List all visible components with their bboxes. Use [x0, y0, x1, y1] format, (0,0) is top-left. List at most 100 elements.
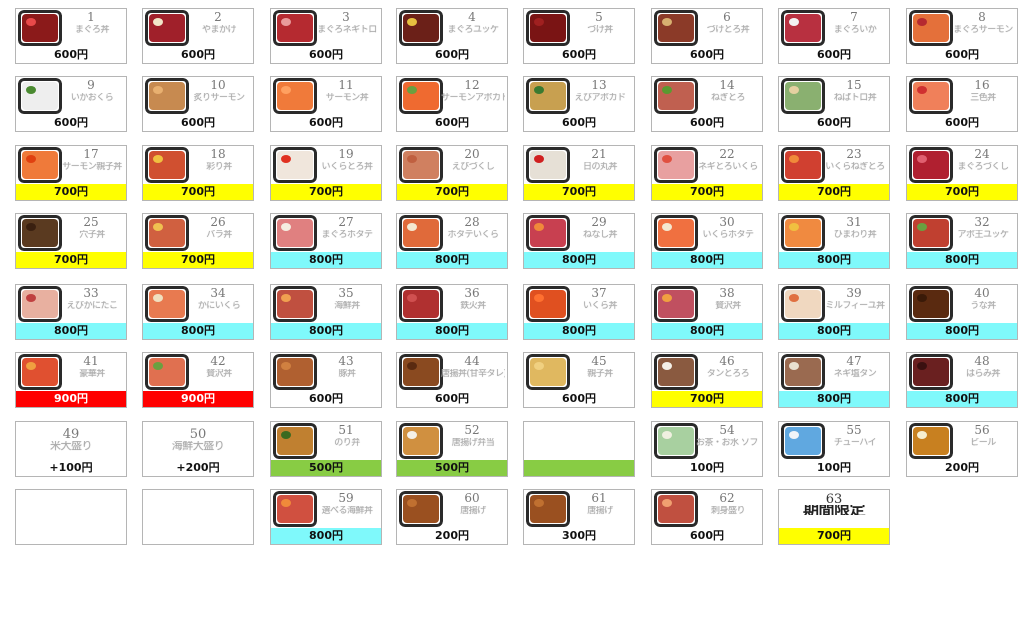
- menu-item-18[interactable]: 18 彩り丼 700円: [142, 145, 254, 201]
- menu-item-45[interactable]: 45 親子丼 600円: [523, 352, 635, 408]
- menu-item-26[interactable]: 26 バラ丼 700円: [142, 213, 254, 269]
- menu-item-3[interactable]: 3 まぐろネギトロ 600円: [270, 8, 382, 64]
- bowl-rim: [781, 78, 825, 114]
- menu-item-10[interactable]: 10 炙りサーモン 600円: [142, 76, 254, 132]
- menu-item-42[interactable]: 42 贅沢丼 900円: [142, 352, 254, 408]
- food-photo-icon: [399, 10, 443, 46]
- menu-item-20[interactable]: 20 えびづくし 700円: [396, 145, 508, 201]
- menu-item-5[interactable]: 5 づけ丼 600円: [523, 8, 635, 64]
- price-label: 600円: [16, 47, 126, 63]
- price-label: 800円: [652, 252, 762, 268]
- food-photo-icon: [781, 215, 825, 251]
- menu-item-59[interactable]: 59 選べる海鮮丼 800円: [270, 489, 382, 545]
- bowl-rim: [399, 491, 443, 527]
- food-photo-icon: [654, 354, 698, 390]
- menu-item-empty[interactable]: [142, 489, 254, 545]
- item-number: 62: [719, 491, 735, 505]
- item-name: 炙りサーモン: [193, 93, 245, 103]
- price-label: 800円: [907, 252, 1017, 268]
- menu-item-47[interactable]: 47 ネギ塩タン 800円: [778, 352, 890, 408]
- menu-item-16[interactable]: 16 三色丼 600円: [906, 76, 1018, 132]
- food-photo-icon: [781, 423, 825, 459]
- menu-item-17[interactable]: 17 サーモン親子丼 700円: [15, 145, 127, 201]
- price-label: 900円: [143, 391, 253, 407]
- menu-item-4[interactable]: 4 まぐろユッケ 600円: [396, 8, 508, 64]
- menu-item-1[interactable]: 1 まぐろ丼 600円: [15, 8, 127, 64]
- food-photo-icon: [18, 354, 62, 390]
- menu-item-60[interactable]: 60 唐揚げ 200円: [396, 489, 508, 545]
- menu-item-51[interactable]: 51 のり弁 500円: [270, 421, 382, 477]
- food-photo-icon: [273, 354, 317, 390]
- bowl-rim: [526, 491, 570, 527]
- menu-item-29[interactable]: 29 ねなし丼 800円: [523, 213, 635, 269]
- food-photo-icon: [399, 147, 443, 183]
- menu-item-19[interactable]: 19 いくらとろ丼 700円: [270, 145, 382, 201]
- price-label: 600円: [779, 47, 889, 63]
- price-label: 800円: [907, 391, 1017, 407]
- bowl-rim: [909, 215, 953, 251]
- food-photo-icon: [526, 78, 570, 114]
- menu-item-34[interactable]: 34 かにいくら 800円: [142, 284, 254, 340]
- item-name: 米大盛り: [50, 441, 93, 451]
- menu-item-25[interactable]: 25 穴子丼 700円: [15, 213, 127, 269]
- menu-item-2[interactable]: 2 やまかけ 600円: [142, 8, 254, 64]
- menu-item-11[interactable]: 11 サーモン丼 600円: [270, 76, 382, 132]
- item-number: 42: [210, 354, 226, 368]
- price-label: 700円: [907, 184, 1017, 200]
- menu-item-40[interactable]: 40 うな丼 800円: [906, 284, 1018, 340]
- menu-item-8[interactable]: 8 まぐろサーモン 600円: [906, 8, 1018, 64]
- menu-item-54[interactable]: 54お茶・お水 ソフトドリンク 各種 100円: [651, 421, 763, 477]
- food-photo-icon: [273, 215, 317, 251]
- menu-item-6[interactable]: 6 づけとろ丼 600円: [651, 8, 763, 64]
- menu-item-33[interactable]: 33 えびかにたこ 800円: [15, 284, 127, 340]
- bowl-rim: [526, 147, 570, 183]
- menu-item-23[interactable]: 23 いくらねぎとろ 700円: [778, 145, 890, 201]
- menu-item-32[interactable]: 32 アボ王ユッケ 800円: [906, 213, 1018, 269]
- menu-item-27[interactable]: 27 まぐろホタテ 800円: [270, 213, 382, 269]
- food-photo-icon: [273, 286, 317, 322]
- menu-item-41[interactable]: 41 豪華丼 900円: [15, 352, 127, 408]
- price-label: [143, 528, 253, 544]
- menu-item-13[interactable]: 13 えびアボカド 600円: [523, 76, 635, 132]
- menu-item-43[interactable]: 43 豚丼 600円: [270, 352, 382, 408]
- menu-item-empty[interactable]: [15, 489, 127, 545]
- menu-item-7[interactable]: 7 まぐろいか 600円: [778, 8, 890, 64]
- menu-item-empty[interactable]: [523, 421, 635, 477]
- item-name: ミルフィーユ丼: [825, 301, 885, 311]
- food-photo-icon: [273, 78, 317, 114]
- menu-item-55[interactable]: 55 チューハイ 100円: [778, 421, 890, 477]
- food-photo-icon: [18, 10, 62, 46]
- menu-item-46[interactable]: 46 タンとろろ 700円: [651, 352, 763, 408]
- menu-item-50[interactable]: 50 海鮮大盛り +200円: [142, 421, 254, 477]
- menu-item-35[interactable]: 35 海鮮丼 800円: [270, 284, 382, 340]
- menu-item-39[interactable]: 39 ミルフィーユ丼 800円: [778, 284, 890, 340]
- menu-item-22[interactable]: 22 ネギとろいくら 700円: [651, 145, 763, 201]
- item-number: 40: [974, 286, 990, 300]
- menu-item-9[interactable]: 9 いかおくら 600円: [15, 76, 127, 132]
- menu-item-14[interactable]: 14 ねぎとろ 600円: [651, 76, 763, 132]
- menu-item-31[interactable]: 31 ひまわり丼 800円: [778, 213, 890, 269]
- menu-item-48[interactable]: 48 はらみ丼 800円: [906, 352, 1018, 408]
- menu-item-30[interactable]: 30 いくらホタテ 800円: [651, 213, 763, 269]
- food-photo-icon: [654, 10, 698, 46]
- price-label: 800円: [779, 323, 889, 339]
- menu-item-56[interactable]: 56 ビール 200円: [906, 421, 1018, 477]
- menu-item-21[interactable]: 21 日の丸丼 700円: [523, 145, 635, 201]
- menu-item-12[interactable]: 12 サーモンアボカド 600円: [396, 76, 508, 132]
- menu-item-49[interactable]: 49 米大盛り +100円: [15, 421, 127, 477]
- menu-item-24[interactable]: 24 まぐろづくし 700円: [906, 145, 1018, 201]
- item-name: 刺身盛り: [710, 506, 746, 516]
- menu-item-37[interactable]: 37 いくら丼 800円: [523, 284, 635, 340]
- menu-item-36[interactable]: 36 鉄火丼 800円: [396, 284, 508, 340]
- menu-item-62[interactable]: 62 刺身盛り 600円: [651, 489, 763, 545]
- menu-item-52[interactable]: 52 唐揚げ弁当 500円: [396, 421, 508, 477]
- item-name: 期間限定: [802, 505, 866, 515]
- menu-item-61[interactable]: 61 唐揚げ 300円: [523, 489, 635, 545]
- menu-item-38[interactable]: 38 贅沢丼 800円: [651, 284, 763, 340]
- menu-item-15[interactable]: 15 ねばトロ丼 600円: [778, 76, 890, 132]
- menu-item-44[interactable]: 44 唐揚丼(甘辛タレ) 600円: [396, 352, 508, 408]
- menu-item-28[interactable]: 28 ホタテいくら 800円: [396, 213, 508, 269]
- menu-item-63[interactable]: 63 期間限定 700円: [778, 489, 890, 545]
- price-label: 600円: [143, 115, 253, 131]
- price-label: 500円: [271, 460, 381, 476]
